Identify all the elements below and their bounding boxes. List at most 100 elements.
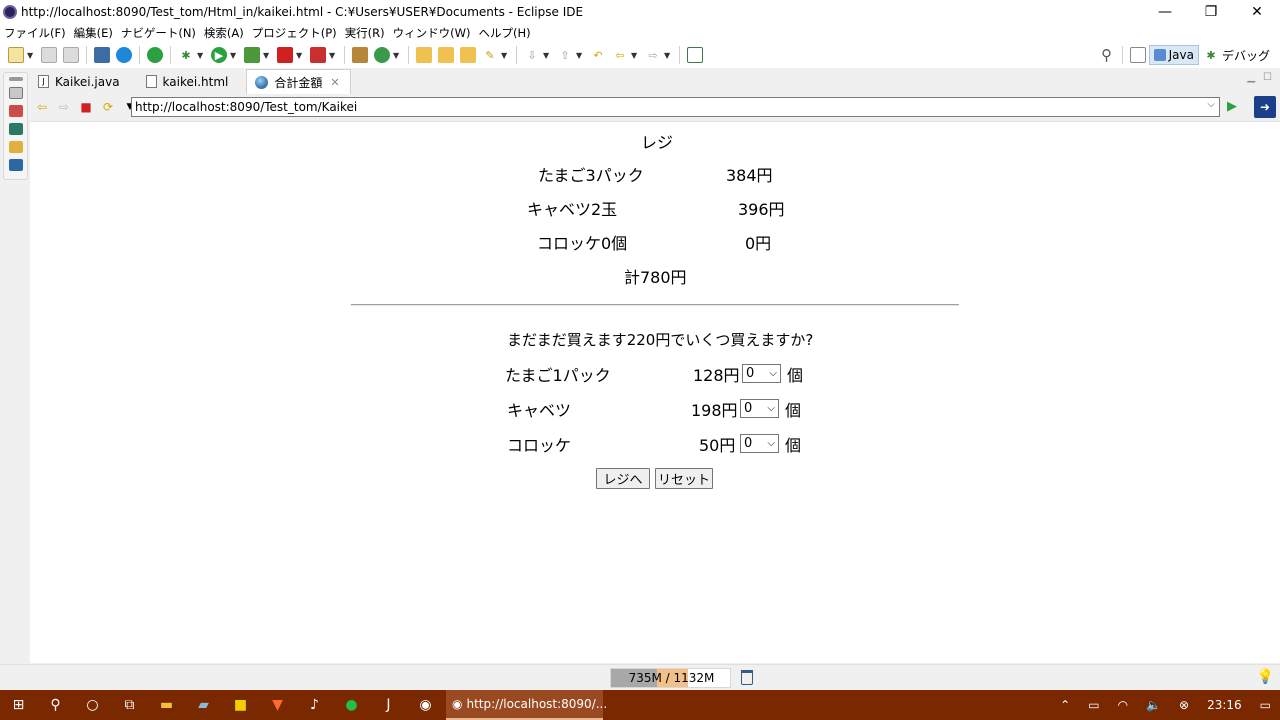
menu-window[interactable]: ウィンドウ(W) [389,25,475,41]
quantity-select-egg[interactable]: 0 ⌵ [742,364,781,383]
back-icon[interactable]: ⇦ [612,47,628,63]
quantity-select-croquette[interactable]: 0 ⌵ [740,434,779,453]
type-hierarchy-icon[interactable] [8,141,23,153]
clock[interactable]: 23:16 [1207,698,1242,712]
notes-icon[interactable]: ▰ [185,690,222,720]
stop-dropdown-icon[interactable]: ▼ [296,51,304,60]
task-list-icon[interactable] [8,159,23,171]
pen-dropdown-icon[interactable]: ▼ [501,51,509,60]
url-history-dropdown-icon[interactable]: ⌵ [1207,99,1215,110]
menu-file[interactable]: ファイル(F) [0,25,70,41]
menu-help[interactable]: ヘルプ(H) [475,25,535,41]
lightbulb-icon[interactable]: 💡 [1257,669,1274,685]
battery-icon[interactable]: ▭ [1088,698,1099,712]
perspective-java[interactable]: Java [1148,45,1199,65]
cortana-icon[interactable]: ○ [74,690,111,720]
tab-kaikei-java[interactable]: J Kaikei.java [30,69,130,94]
garbage-collect-icon[interactable] [741,670,753,685]
eclipse-taskbar-icon[interactable]: ◉ [407,690,444,720]
reset-button[interactable]: リセット [655,468,713,489]
external-tools-icon[interactable] [310,47,326,63]
prev-annotation-icon[interactable]: ⇧ [557,47,573,63]
open-perspective-icon[interactable] [1129,47,1146,63]
url-input[interactable]: http://localhost:8090/Test_tom/Kaikei ⌵ [131,97,1220,117]
show-hidden-icons-icon[interactable]: ⌃ [1060,698,1070,712]
minimize-editor-icon[interactable]: ▁ [1247,72,1255,83]
new-package-icon[interactable] [352,47,368,63]
forward-dropdown-icon[interactable]: ▼ [664,51,672,60]
sticky-notes-icon[interactable]: ■ [222,690,259,720]
tab-browser-total[interactable]: 合計金額 ✕ [246,69,351,94]
taskbar-active-window[interactable]: ◉ http://localhost:8090/... [446,690,607,720]
new-dropdown-icon[interactable]: ▼ [27,51,35,60]
save-all-icon[interactable] [63,47,79,63]
run-dropdown-icon[interactable]: ▼ [230,51,238,60]
save-icon[interactable] [41,47,57,63]
debug-dropdown-icon[interactable]: ▼ [197,51,205,60]
restore-icon[interactable] [8,77,23,81]
maximize-editor-icon[interactable]: ☐ [1263,72,1272,83]
wifi-icon[interactable]: ◠ [1118,698,1128,712]
task-view-icon[interactable]: ⧉ [111,690,148,720]
coverage-dropdown-icon[interactable]: ▼ [263,51,271,60]
external-tools-dropdown-icon[interactable]: ▼ [329,51,337,60]
package-explorer-icon[interactable] [8,87,23,99]
search-icon[interactable]: ⚲ [1099,47,1115,63]
open-external-browser-icon[interactable]: ➜ [1254,96,1276,118]
debug-icon[interactable]: ✱ [178,47,194,63]
console-icon[interactable] [94,47,110,63]
start-icon[interactable]: ⊞ [0,690,37,720]
back-arrow-icon[interactable]: ⇦ [34,99,50,115]
music-icon[interactable]: ♪ [296,690,333,720]
open-task-icon[interactable] [438,47,454,63]
notification-icon[interactable]: ▭ [1260,698,1271,712]
ime-off-icon[interactable]: ⊗ [1179,698,1189,712]
open-type-icon[interactable] [416,47,432,63]
server-start-icon[interactable] [147,47,163,63]
outline-icon[interactable] [8,123,23,135]
menu-navigate[interactable]: ナビゲート(N) [117,25,200,41]
settings-icon[interactable] [116,47,132,63]
new-class-icon[interactable] [374,47,390,63]
go-icon[interactable]: ▶ [1227,99,1243,115]
coverage-icon[interactable] [244,47,260,63]
menu-run[interactable]: 実行(R) [341,25,389,41]
last-edit-icon[interactable]: ↶ [590,47,606,63]
close-tab-icon[interactable]: ✕ [330,76,339,89]
menu-edit[interactable]: 編集(E) [70,25,117,41]
menu-search[interactable]: 検索(A) [200,25,248,41]
new-icon[interactable] [8,47,24,63]
forward-icon[interactable]: ⇨ [645,47,661,63]
tab-kaikei-html[interactable]: kaikei.html [138,69,239,94]
java-app-icon[interactable]: J [370,690,407,720]
quantity-select-cabbage[interactable]: 0 ⌵ [740,399,779,418]
back-dropdown-icon[interactable]: ▼ [631,51,639,60]
volume-icon[interactable]: 🔈 [1146,698,1161,712]
total-amount: 計780円 [624,268,687,287]
stop-icon[interactable] [277,47,293,63]
run-icon[interactable]: ▶ [211,47,227,63]
pin-editor-icon[interactable] [687,47,703,63]
pen-icon[interactable]: ✎ [482,47,498,63]
submit-button[interactable]: レジへ [596,468,650,489]
open-folder-icon[interactable] [460,47,476,63]
minimize-button[interactable]: — [1142,0,1188,24]
forward-arrow-icon[interactable]: ⇨ [56,99,72,115]
maximize-button[interactable]: ❐ [1188,0,1234,24]
project-explorer-icon[interactable] [8,105,23,117]
menu-project[interactable]: プロジェクト(P) [248,25,341,41]
next-annotation-dropdown-icon[interactable]: ▼ [543,51,551,60]
next-annotation-icon[interactable]: ⇩ [524,47,540,63]
prev-annotation-dropdown-icon[interactable]: ▼ [576,51,584,60]
line-icon[interactable]: ● [333,690,370,720]
stop-loading-icon[interactable]: ■ [78,99,94,115]
new-class-dropdown-icon[interactable]: ▼ [393,51,401,60]
toolbar-right: ⚲ Java ✱ デバッグ [1096,42,1274,68]
file-explorer-icon[interactable]: ▬ [148,690,185,720]
perspective-debug[interactable]: ✱ デバッグ [1199,45,1274,65]
close-window-button[interactable]: ✕ [1234,0,1280,24]
refresh-icon[interactable]: ⟳ [100,99,116,115]
search-icon[interactable]: ⚲ [37,690,74,720]
brave-browser-icon[interactable]: ▼ [259,690,296,720]
heap-status[interactable]: 735M / 1132M [610,668,731,688]
